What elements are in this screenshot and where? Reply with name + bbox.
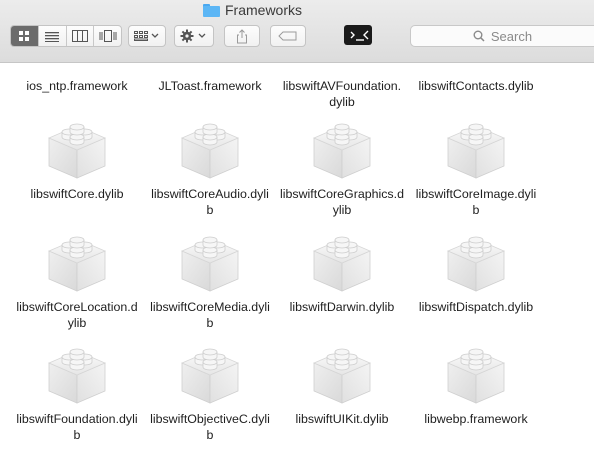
file-name: libswiftUIKit.dylib bbox=[295, 412, 389, 426]
view-mode-control bbox=[10, 25, 122, 47]
file-name: libwebp.framework bbox=[424, 412, 528, 426]
file-name: libswiftCore.dylib bbox=[30, 187, 124, 201]
arrange-button[interactable] bbox=[128, 25, 166, 47]
file-name: libswiftAVFoundation.dylib bbox=[282, 79, 402, 109]
file-name: libswiftFoundation.dylib bbox=[16, 412, 138, 442]
file-item[interactable]: libswiftUIKit.dylib bbox=[276, 345, 408, 427]
dylib-lego-icon bbox=[45, 345, 109, 407]
dylib-lego-icon bbox=[444, 345, 508, 407]
cover-flow-icon bbox=[99, 30, 117, 42]
dylib-lego-icon bbox=[444, 233, 508, 295]
file-item[interactable]: libswiftCoreGraphics.dylib bbox=[276, 120, 408, 218]
file-name: libswiftContacts.dylib bbox=[418, 79, 534, 93]
column-view-button[interactable] bbox=[67, 26, 95, 46]
file-item[interactable]: JLToast.framework bbox=[144, 74, 276, 94]
search-placeholder: Search bbox=[490, 28, 533, 44]
file-name: JLToast.framework bbox=[158, 79, 262, 93]
dylib-lego-icon bbox=[178, 120, 242, 182]
dylib-lego-icon bbox=[45, 120, 109, 182]
search-field[interactable]: Search bbox=[410, 25, 594, 47]
tag-button[interactable] bbox=[270, 25, 306, 47]
file-item[interactable]: libswiftCore.dylib bbox=[11, 120, 143, 202]
file-name: libswiftCoreMedia.dylib bbox=[150, 300, 270, 330]
file-name: libswiftCoreImage.dylib bbox=[415, 187, 537, 217]
icon-view-button[interactable] bbox=[11, 26, 39, 46]
dylib-lego-icon bbox=[310, 345, 374, 407]
column-view-icon bbox=[71, 30, 88, 42]
dylib-lego-icon bbox=[310, 120, 374, 182]
cover-flow-view-button[interactable] bbox=[94, 26, 121, 46]
file-item[interactable]: libswiftCoreAudio.dylib bbox=[144, 120, 276, 218]
file-name: libswiftCoreAudio.dylib bbox=[151, 187, 269, 217]
file-name: libswiftCoreGraphics.dylib bbox=[280, 187, 404, 217]
gear-icon bbox=[180, 29, 206, 43]
file-item[interactable]: libwebp.framework bbox=[410, 345, 542, 427]
window-title-text: Frameworks bbox=[225, 2, 303, 18]
file-item[interactable]: libswiftCoreImage.dylib bbox=[410, 120, 542, 218]
finder-toolbar: Frameworks Search bbox=[0, 0, 594, 63]
list-view-icon bbox=[45, 31, 60, 42]
file-item[interactable]: libswiftCoreLocation.dylib bbox=[11, 233, 143, 331]
file-item[interactable]: libswiftFoundation.dylib bbox=[11, 345, 143, 443]
dylib-lego-icon bbox=[310, 233, 374, 295]
file-item[interactable]: libswiftAVFoundation.dylib bbox=[276, 74, 408, 110]
action-button[interactable] bbox=[174, 25, 214, 47]
file-name: libswiftDarwin.dylib bbox=[289, 300, 395, 314]
icon-view-icon bbox=[19, 31, 30, 41]
dylib-lego-icon bbox=[45, 233, 109, 295]
file-name: ios_ntp.framework bbox=[26, 79, 128, 93]
tag-icon bbox=[278, 31, 297, 41]
search-icon bbox=[473, 30, 485, 42]
file-item[interactable]: libswiftContacts.dylib bbox=[410, 74, 542, 94]
file-name: libswiftDispatch.dylib bbox=[418, 300, 534, 314]
file-name: libswiftCoreLocation.dylib bbox=[16, 300, 138, 330]
file-item[interactable]: libswiftDarwin.dylib bbox=[276, 233, 408, 315]
file-item[interactable]: libswiftCoreMedia.dylib bbox=[144, 233, 276, 331]
file-item[interactable]: libswiftObjectiveC.dylib bbox=[144, 345, 276, 443]
dylib-lego-icon bbox=[178, 233, 242, 295]
file-icon-grid: ios_ntp.framework JLToast.framework libs… bbox=[0, 63, 594, 456]
share-icon bbox=[237, 28, 247, 43]
dylib-lego-icon bbox=[444, 120, 508, 182]
dylib-lego-icon bbox=[178, 345, 242, 407]
file-item[interactable]: ios_ntp.framework bbox=[11, 74, 143, 94]
file-item[interactable]: libswiftDispatch.dylib bbox=[410, 233, 542, 315]
terminal-icon[interactable] bbox=[344, 25, 372, 45]
list-view-button[interactable] bbox=[39, 26, 67, 46]
window-title: Frameworks bbox=[203, 1, 302, 19]
arrange-grid-icon bbox=[134, 31, 159, 41]
share-button[interactable] bbox=[224, 25, 260, 47]
folder-icon bbox=[203, 3, 220, 17]
file-name: libswiftObjectiveC.dylib bbox=[150, 412, 270, 442]
